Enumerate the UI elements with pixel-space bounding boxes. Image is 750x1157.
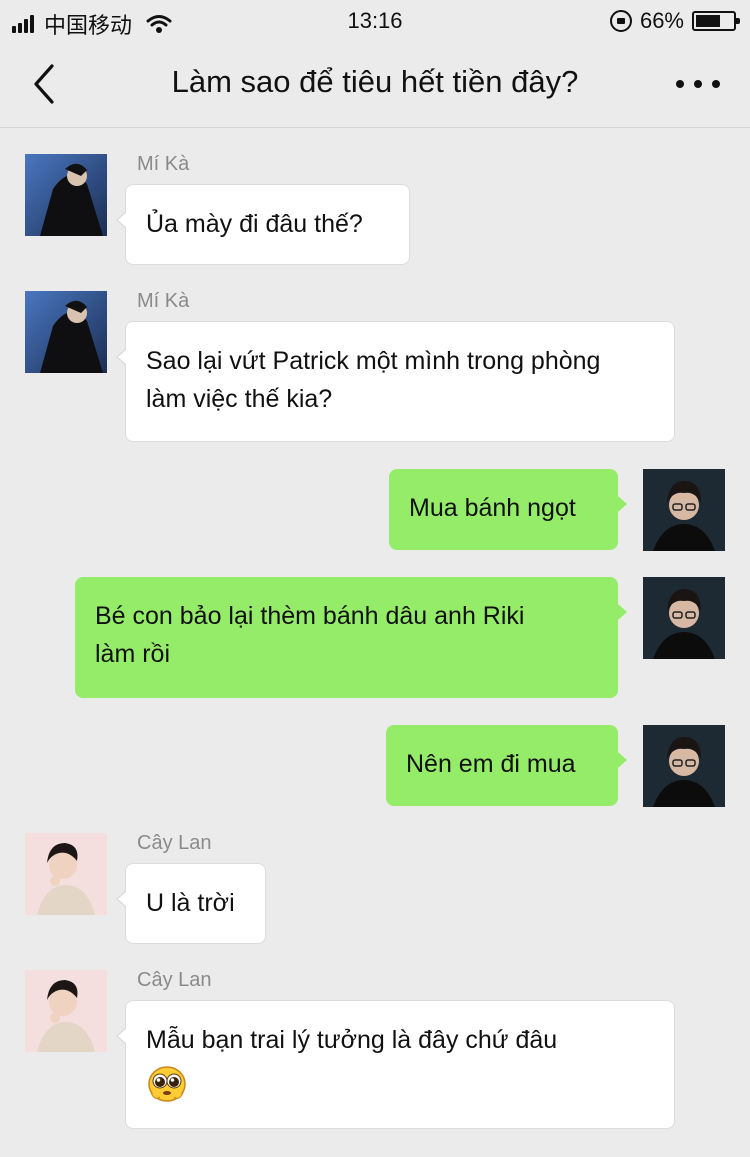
more-icon [676, 80, 684, 88]
message-text: Ủa mày đi đâu thế? [146, 210, 363, 238]
sender-name: Mí Kà [137, 290, 190, 312]
message-bubble-incoming[interactable]: U là trời [116, 863, 266, 944]
message-text-line2: làm việc thế kia? [146, 385, 333, 413]
message-text: Bé con bảo lại thèm bánh dâu anh Riki [95, 602, 525, 630]
message-bubble-outgoing[interactable]: Nên em đi mua [386, 725, 627, 806]
sender-name: Cây Lan [137, 832, 212, 854]
message-bubble-incoming[interactable]: Sao lại vứt Patrick một mình trong phòng… [116, 321, 675, 442]
message-bubble-incoming[interactable]: Mẫu bạn trai lý tưởng là đây chứ đâu [116, 1000, 675, 1129]
sender-name: Mí Kà [137, 153, 190, 175]
battery-icon [692, 11, 740, 31]
avatar-mi-ka[interactable] [25, 154, 107, 236]
message-text: Mẫu bạn trai lý tưởng là đây chứ đâu [146, 1026, 558, 1054]
status-right: 66% [609, 8, 740, 34]
avatar-mi-ka[interactable] [25, 291, 107, 373]
avatar-me[interactable] [643, 469, 725, 551]
more-button[interactable] [676, 70, 720, 98]
avatar-me[interactable] [643, 577, 725, 659]
sender-name: Cây Lan [137, 969, 212, 991]
message-list[interactable]: Mí Kà Ủa mày đi đâu thế? Mí Kà Sao lại v… [0, 129, 750, 1157]
message-text: Mua bánh ngọt [409, 494, 576, 522]
message-bubble-incoming[interactable]: Ủa mày đi đâu thế? [116, 184, 410, 265]
chat-header: Làm sao để tiêu hết tiền đây? [0, 42, 750, 128]
message-bubble-outgoing[interactable]: Mua bánh ngọt [389, 469, 627, 550]
message-text: Sao lại vứt Patrick một mình trong phòng [146, 347, 601, 375]
avatar-cay-lan[interactable] [25, 833, 107, 915]
message-text-line2: làm rồi [95, 640, 171, 668]
pleading-face-emoji [148, 1066, 186, 1102]
battery-level-fill [696, 15, 720, 27]
status-bar: 中国移动 13:16 66% [0, 0, 750, 42]
avatar-me[interactable] [643, 725, 725, 807]
message-text: Nên em đi mua [406, 750, 576, 778]
rotation-lock-icon [609, 10, 632, 32]
message-text: U là trời [146, 889, 235, 917]
message-bubble-outgoing[interactable]: Bé con bảo lại thèm bánh dâu anh Riki là… [75, 577, 627, 698]
battery-percent: 66% [639, 8, 684, 33]
avatar-cay-lan[interactable] [25, 970, 107, 1052]
chat-title: Làm sao để tiêu hết tiền đây? [171, 64, 579, 99]
